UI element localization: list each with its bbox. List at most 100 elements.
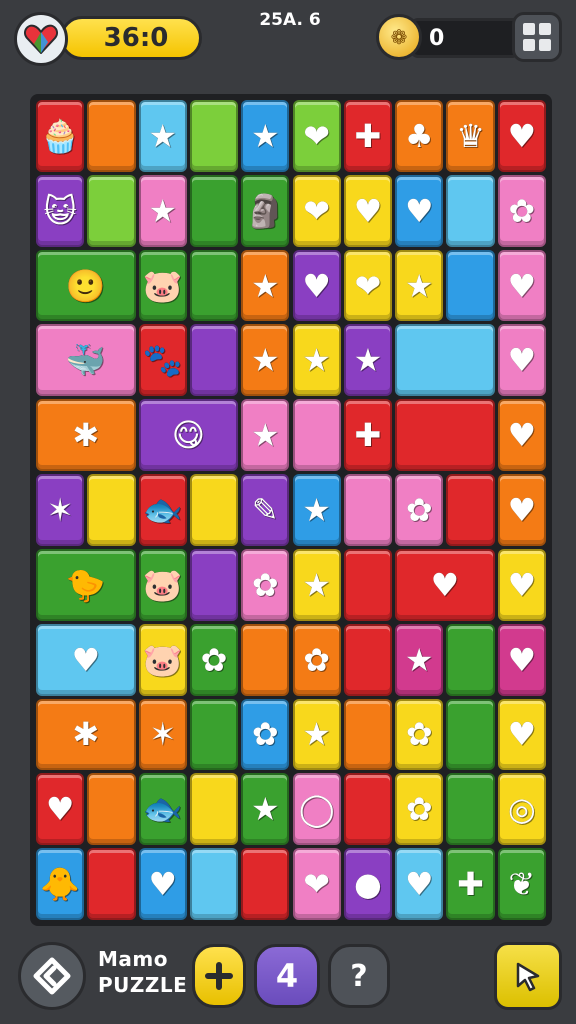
board-tile[interactable]: ♥: [497, 474, 546, 546]
board-tile[interactable]: 🗿: [241, 174, 290, 247]
board-tile[interactable]: ❤: [343, 249, 393, 322]
board-tile[interactable]: ★: [241, 249, 290, 322]
board-tile[interactable]: ✶: [138, 698, 187, 771]
board-tile[interactable]: [189, 249, 239, 322]
board-tile[interactable]: [395, 399, 495, 472]
board-tile[interactable]: 🐤: [36, 548, 136, 621]
board-tile[interactable]: 🐟: [138, 474, 187, 546]
board-tile[interactable]: [87, 174, 136, 247]
board-tile[interactable]: ♥: [497, 249, 546, 322]
board-tile[interactable]: ★: [343, 324, 393, 397]
board-tile[interactable]: [241, 848, 290, 920]
board-tile[interactable]: ❤: [292, 174, 341, 247]
board-tile[interactable]: 🐳: [36, 324, 136, 397]
moves-button[interactable]: 4: [254, 944, 320, 1008]
board-tile[interactable]: ♥: [395, 174, 444, 247]
board-tile[interactable]: ✿: [241, 548, 290, 621]
board-tile[interactable]: ★: [292, 698, 341, 771]
board-tile[interactable]: ♥: [497, 100, 546, 172]
board-tile[interactable]: 😋: [138, 399, 239, 472]
board-tile[interactable]: 🐷: [138, 249, 187, 322]
board-tile[interactable]: ❤: [292, 848, 341, 920]
board-tile[interactable]: [343, 548, 393, 621]
board-tile[interactable]: [87, 773, 136, 846]
board-tile[interactable]: ★: [395, 249, 444, 322]
board-tile[interactable]: [343, 698, 393, 771]
board-tile[interactable]: [87, 100, 136, 172]
board-tile[interactable]: [446, 174, 495, 247]
board-tile[interactable]: ✿: [395, 773, 444, 846]
board-tile[interactable]: ★: [292, 324, 341, 397]
board-tile[interactable]: ✿: [395, 698, 444, 771]
board-tile[interactable]: ♥: [497, 399, 546, 472]
board-tile[interactable]: 🧁: [36, 100, 85, 172]
cursor-button[interactable]: [494, 942, 562, 1010]
board-tile[interactable]: ♥: [36, 773, 85, 846]
back-button[interactable]: [18, 942, 86, 1010]
board-tile[interactable]: [189, 324, 239, 397]
board-tile[interactable]: ✿: [395, 474, 444, 546]
board-tile[interactable]: [292, 399, 341, 472]
board-tile[interactable]: [395, 324, 495, 397]
board-tile[interactable]: 🐷: [138, 548, 187, 621]
heart-badge-icon[interactable]: [14, 12, 68, 66]
board-tile[interactable]: [189, 548, 239, 621]
board-tile[interactable]: ♛: [446, 100, 495, 172]
board-tile[interactable]: ★: [292, 548, 341, 621]
board-tile[interactable]: ★: [241, 324, 290, 397]
add-button[interactable]: [192, 944, 246, 1008]
board-tile[interactable]: ★: [241, 773, 290, 846]
board-tile[interactable]: 🙂: [36, 249, 136, 322]
board-tile[interactable]: 🐷: [138, 623, 187, 696]
board-tile[interactable]: ★: [138, 174, 187, 247]
board-tile[interactable]: ✿: [497, 174, 546, 247]
board-tile[interactable]: ✿: [292, 623, 341, 696]
board-tile[interactable]: ●: [343, 848, 393, 920]
board-tile[interactable]: ♥: [395, 548, 495, 621]
board-tile[interactable]: ♥: [138, 848, 187, 920]
board-tile[interactable]: ★: [292, 474, 341, 546]
board-tile[interactable]: ✚: [343, 100, 393, 172]
board-tile[interactable]: ♥: [343, 174, 393, 247]
board-tile[interactable]: ♥: [292, 249, 341, 322]
board-tile[interactable]: ♥: [497, 548, 546, 621]
board-tile[interactable]: [189, 174, 239, 247]
board-tile[interactable]: [189, 698, 239, 771]
board-tile[interactable]: ◯: [292, 773, 341, 846]
board-tile[interactable]: ★: [138, 100, 187, 172]
board-tile[interactable]: [446, 698, 495, 771]
board-tile[interactable]: ★: [395, 623, 444, 696]
help-button[interactable]: ?: [328, 944, 390, 1008]
board-tile[interactable]: [87, 474, 136, 546]
board-tile[interactable]: ✶: [36, 474, 85, 546]
board-tile[interactable]: ♥: [395, 848, 444, 920]
board-tile[interactable]: [189, 100, 239, 172]
board-tile[interactable]: ♥: [497, 623, 546, 696]
board-tile[interactable]: ♣: [395, 100, 444, 172]
board-tile[interactable]: ✱: [36, 399, 136, 472]
board-tile[interactable]: ♥: [497, 698, 546, 771]
board-tile[interactable]: [446, 773, 495, 846]
board-tile[interactable]: [343, 623, 393, 696]
board-tile[interactable]: ★: [241, 399, 290, 472]
board-tile[interactable]: ❦: [497, 848, 546, 920]
board-tile[interactable]: ◎: [497, 773, 546, 846]
board-tile[interactable]: ✎: [241, 474, 290, 546]
board-tile[interactable]: ✱: [36, 698, 136, 771]
board-tile[interactable]: 🐟: [138, 773, 187, 846]
board-tile[interactable]: ✿: [241, 698, 290, 771]
board-tile[interactable]: [189, 773, 239, 846]
board-tile[interactable]: 🐥: [36, 848, 85, 920]
board-tile[interactable]: [446, 474, 495, 546]
board-tile[interactable]: ❤: [292, 100, 341, 172]
board-tile[interactable]: [446, 249, 495, 322]
board-tile[interactable]: 😺: [36, 174, 85, 247]
board-tile[interactable]: [189, 848, 239, 920]
board-tile[interactable]: ♥: [36, 623, 136, 696]
board-tile[interactable]: [343, 773, 393, 846]
board-tile[interactable]: ✚: [343, 399, 393, 472]
board-tile[interactable]: ✚: [446, 848, 495, 920]
board-tile[interactable]: ✿: [189, 623, 239, 696]
board-tile[interactable]: ★: [241, 100, 290, 172]
board-tile[interactable]: [87, 848, 136, 920]
